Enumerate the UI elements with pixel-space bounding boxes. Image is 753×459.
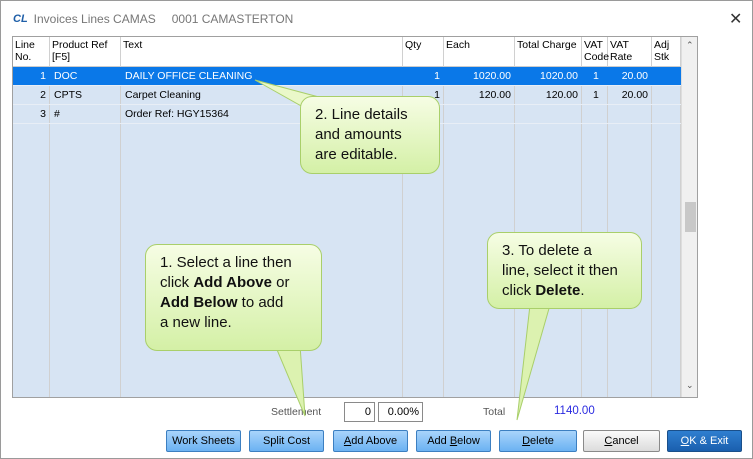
cell-total-charge[interactable]: 120.00 xyxy=(546,89,578,101)
title-bar: CL Invoices Lines CAMAS 0001 CAMASTERTON xyxy=(13,12,293,26)
table-row[interactable]: 1 DOC DAILY OFFICE CLEANING 1 1020.00 1020.00… xyxy=(13,67,681,86)
cell-line-no[interactable]: 2 xyxy=(40,89,46,101)
add-below-button[interactable]: Add Below xyxy=(416,430,491,452)
invoice-lines-grid: Line No. Product Ref [F5] Text Qty Each Total C… xyxy=(12,36,698,398)
close-icon[interactable]: ✕ xyxy=(729,9,742,29)
cell-line-no[interactable]: 3 xyxy=(40,108,46,120)
header-text[interactable]: Text xyxy=(121,39,142,51)
cell-vat-rate[interactable]: 20.00 xyxy=(622,70,648,82)
scrollbar-thumb[interactable] xyxy=(685,202,696,232)
window-subtitle: 0001 CAMASTERTON xyxy=(171,12,294,26)
settlement-label: Settlement xyxy=(271,406,322,418)
window-title: Invoices Lines CAMAS xyxy=(33,12,156,26)
header-line-no[interactable]: Line No. xyxy=(13,39,35,63)
cell-each[interactable]: 120.00 xyxy=(479,89,511,101)
cell-product-ref[interactable]: # xyxy=(54,108,60,120)
scroll-down-icon[interactable]: ⌄ xyxy=(686,380,694,391)
delete-button[interactable]: Delete xyxy=(499,430,577,452)
cell-total-charge[interactable]: 1020.00 xyxy=(540,70,578,82)
invoice-lines-dialog: CL Invoices Lines CAMAS 0001 CAMASTERTON… xyxy=(0,0,753,459)
cell-vat-code[interactable]: 1 xyxy=(593,70,599,82)
header-total-charge[interactable]: Total Charge xyxy=(515,39,577,51)
cell-qty[interactable]: 1 xyxy=(434,70,440,82)
cell-text[interactable]: Carpet Cleaning xyxy=(125,89,201,101)
header-adj-stk[interactable]: Adj Stk xyxy=(652,39,669,63)
total-label: Total xyxy=(483,406,506,418)
cell-text[interactable]: DAILY OFFICE CLEANING xyxy=(125,70,252,82)
work-sheets-button[interactable]: Work Sheets xyxy=(166,430,241,452)
cancel-button[interactable]: Cancel xyxy=(583,430,660,452)
split-cost-button[interactable]: Split Cost xyxy=(249,430,324,452)
cell-vat-rate[interactable]: 20.00 xyxy=(622,89,648,101)
scroll-up-icon[interactable]: ⌃ xyxy=(686,40,694,51)
callout-editable: 2. Line details and amounts are editable. xyxy=(300,96,440,174)
cell-text[interactable]: Order Ref: HGY15364 xyxy=(125,108,229,120)
app-logo: CL xyxy=(13,13,28,25)
cell-product-ref[interactable]: CPTS xyxy=(54,89,82,101)
add-above-button[interactable]: Add Above xyxy=(333,430,408,452)
settlement-days-input[interactable]: 0 xyxy=(344,402,375,422)
callout-delete: 3. To delete a line, select it then click… xyxy=(487,232,642,309)
vertical-scrollbar[interactable]: ⌃ ⌄ xyxy=(681,37,697,397)
cell-line-no[interactable]: 1 xyxy=(40,70,46,82)
ok-exit-button[interactable]: OK & Exit xyxy=(667,430,742,452)
settlement-percent-input[interactable]: 0.00% xyxy=(378,402,423,422)
callout-add-line: 1. Select a line then click Add Above or… xyxy=(145,244,322,351)
header-vat-rate[interactable]: VAT Rate xyxy=(608,39,632,63)
header-product-ref[interactable]: Product Ref [F5] xyxy=(50,39,107,63)
total-value: 1140.00 xyxy=(554,405,595,417)
cell-each[interactable]: 1020.00 xyxy=(473,70,511,82)
cell-vat-code[interactable]: 1 xyxy=(593,89,599,101)
header-each[interactable]: Each xyxy=(444,39,470,51)
cell-product-ref[interactable]: DOC xyxy=(54,70,77,82)
header-vat-code[interactable]: VAT Code xyxy=(582,39,609,63)
header-qty[interactable]: Qty xyxy=(403,39,421,51)
